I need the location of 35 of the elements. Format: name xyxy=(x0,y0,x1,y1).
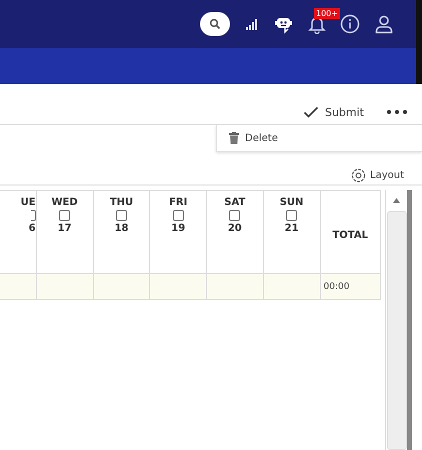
day-date: 6 xyxy=(28,223,36,234)
day-date: 17 xyxy=(56,223,73,234)
day-header: FRI xyxy=(168,197,188,208)
day-date: 18 xyxy=(114,223,130,234)
day-date: 19 xyxy=(170,223,186,234)
day-checkbox[interactable] xyxy=(172,210,184,221)
submit-button[interactable]: Submit xyxy=(302,106,364,118)
scroll-up-icon[interactable] xyxy=(393,198,400,203)
search-button[interactable] xyxy=(200,12,230,36)
user-icon[interactable] xyxy=(374,14,394,34)
total-value: 00:00 xyxy=(324,282,350,292)
day-header: SAT xyxy=(223,197,246,208)
day-date: 20 xyxy=(226,223,243,234)
info-icon[interactable] xyxy=(340,14,360,34)
check-icon xyxy=(302,106,319,118)
total-header: TOTAL xyxy=(331,230,369,240)
day-checkbox[interactable] xyxy=(59,210,70,221)
scrollbar-thumb[interactable] xyxy=(386,211,407,450)
day-header: WED xyxy=(50,197,79,208)
gear-icon xyxy=(351,168,366,182)
delete-menu-item[interactable]: Delete xyxy=(217,132,278,144)
day-checkbox[interactable] xyxy=(286,210,298,221)
day-checkbox[interactable] xyxy=(229,210,240,221)
day-header: THU xyxy=(108,197,134,208)
scrollbar[interactable] xyxy=(384,190,408,450)
day-checkbox[interactable] xyxy=(116,210,128,221)
search-icon xyxy=(209,18,221,30)
day-header: SUN xyxy=(278,197,304,208)
layout-button[interactable]: Layout xyxy=(351,166,404,184)
day-header: UE xyxy=(20,197,36,208)
notification-badge: 100+ xyxy=(314,8,340,19)
more-icon[interactable] xyxy=(386,109,408,115)
day-date: 21 xyxy=(284,223,300,234)
signal-icon[interactable] xyxy=(244,17,260,31)
trash-icon xyxy=(229,132,239,144)
